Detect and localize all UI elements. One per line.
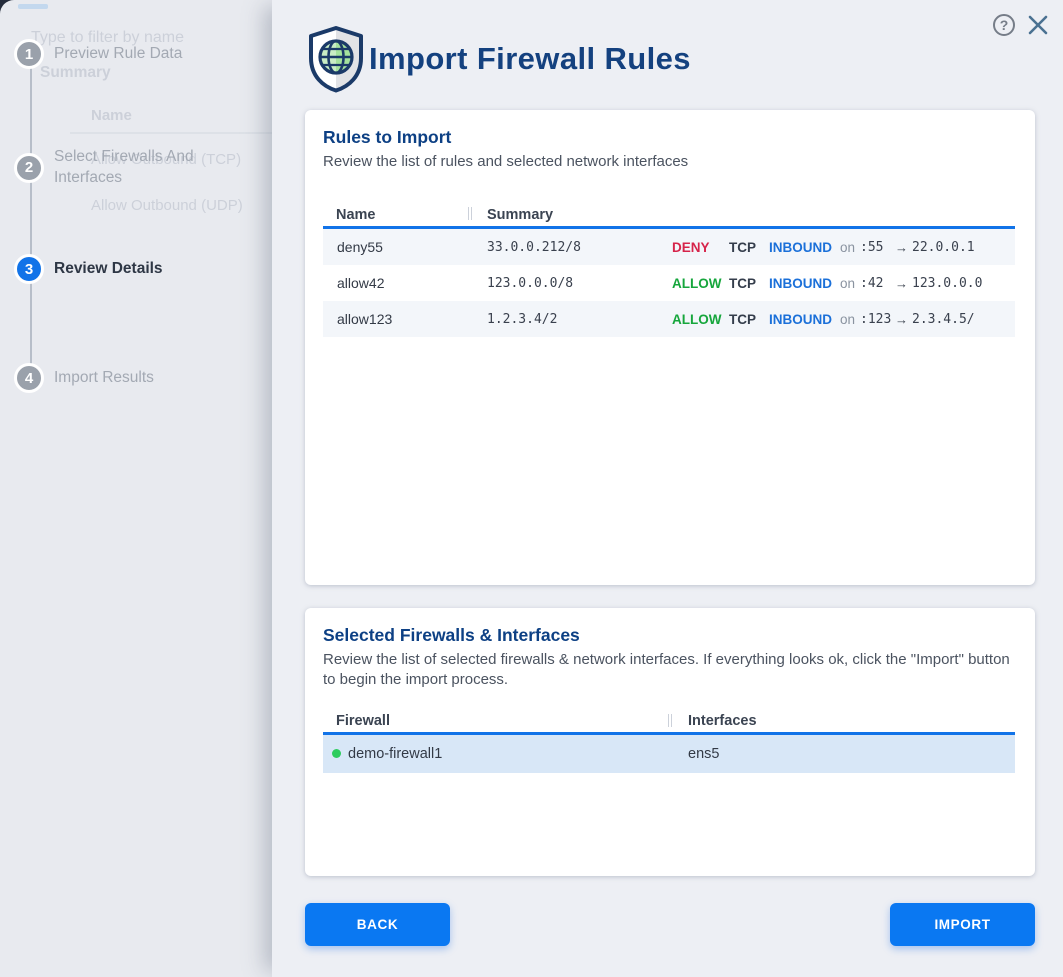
firewalls-card-title: Selected Firewalls & Interfaces — [323, 625, 1015, 646]
rule-row-allow123: allow123 1.2.3.4/2 ALLOW TCP INBOUND on … — [323, 301, 1015, 337]
rule-source: 1.2.3.4/2 — [487, 312, 672, 327]
step-1-label: Preview Rule Data — [54, 44, 226, 65]
firewall-row-demo-firewall1: demo-firewall1 ens5 — [323, 735, 1015, 773]
online-status-dot — [332, 749, 341, 758]
step-3-label: Review Details — [54, 259, 163, 280]
rule-port: :42 — [860, 276, 895, 291]
review-details-panel: Import Firewall Rules ? Rules to Import … — [272, 0, 1063, 977]
rule-protocol: TCP — [729, 276, 769, 291]
rule-source: 33.0.0.212/8 — [487, 240, 672, 255]
wizard-stepper-sidebar: Type to filter by name Summary Name Allo… — [0, 0, 272, 977]
rule-row-allow42: allow42 123.0.0.0/8 ALLOW TCP INBOUND on… — [323, 265, 1015, 301]
column-header-name: Name — [323, 207, 487, 223]
rule-protocol: TCP — [729, 240, 769, 255]
column-header-interfaces: Interfaces — [688, 713, 1015, 729]
column-resize-handle[interactable] — [468, 207, 472, 220]
column-header-firewall: Firewall — [323, 713, 688, 729]
step-2-circle: 2 — [14, 153, 44, 183]
ghost-logo-fragment — [18, 4, 48, 9]
step-1-circle: 1 — [14, 39, 44, 69]
rule-name: allow42 — [323, 275, 487, 291]
column-header-summary: Summary — [487, 207, 1015, 223]
column-resize-handle[interactable] — [668, 714, 672, 727]
rule-protocol: TCP — [729, 312, 769, 327]
import-button[interactable]: IMPORT — [890, 903, 1035, 946]
ghost-divider — [70, 132, 272, 134]
rule-action: DENY — [672, 240, 729, 255]
step-4-circle: 4 — [14, 363, 44, 393]
firewalls-table-header: Firewall Interfaces — [323, 711, 1015, 735]
help-icon[interactable]: ? — [993, 14, 1015, 36]
rule-action: ALLOW — [672, 312, 729, 327]
rule-source: 123.0.0.0/8 — [487, 276, 672, 291]
shield-globe-icon — [305, 25, 367, 98]
step-4-label: Import Results — [54, 368, 226, 389]
rule-direction: INBOUND — [769, 240, 840, 255]
firewall-interfaces: ens5 — [688, 746, 1015, 762]
stepper-connector-line — [30, 57, 32, 381]
rule-port: :55 — [860, 240, 895, 255]
step-3-circle: 3 — [14, 254, 44, 284]
arrow-icon: → — [895, 276, 912, 291]
step-3-review-details[interactable]: 3 Review Details — [14, 254, 163, 284]
rule-row-deny55: deny55 33.0.0.212/8 DENY TCP INBOUND on … — [323, 229, 1015, 265]
back-button[interactable]: BACK — [305, 903, 450, 946]
rule-direction: INBOUND — [769, 312, 840, 327]
rule-destination: 22.0.0.1 — [912, 240, 1015, 255]
rule-name: allow123 — [323, 311, 487, 327]
import-firewall-rules-modal: Type to filter by name Summary Name Allo… — [0, 0, 1063, 977]
step-1-preview-rule-data[interactable]: 1 Preview Rule Data — [14, 39, 226, 69]
rule-destination: 2.3.4.5/ — [912, 312, 1015, 327]
rules-to-import-card: Rules to Import Review the list of rules… — [305, 110, 1035, 585]
firewall-name: demo-firewall1 — [348, 746, 442, 762]
rule-direction: INBOUND — [769, 276, 840, 291]
ghost-name-label: Name — [91, 107, 132, 124]
rule-destination: 123.0.0.0 — [912, 276, 1015, 291]
arrow-icon: → — [895, 312, 912, 327]
rules-card-title: Rules to Import — [323, 127, 1015, 148]
ghost-rule-udp: Allow Outbound (UDP) — [91, 197, 243, 214]
rule-name: deny55 — [323, 239, 487, 255]
rule-port: :123 — [860, 312, 895, 327]
rule-on-label: on — [840, 312, 860, 327]
rules-table-header: Name Summary — [323, 204, 1015, 229]
selected-firewalls-card: Selected Firewalls & Interfaces Review t… — [305, 608, 1035, 876]
firewalls-card-subtitle: Review the list of selected firewalls & … — [323, 650, 1011, 691]
rule-on-label: on — [840, 240, 860, 255]
step-2-select-firewalls[interactable]: 2 Select Firewalls And Interfaces — [14, 147, 226, 189]
rule-on-label: on — [840, 276, 860, 291]
rules-card-subtitle: Review the list of rules and selected ne… — [323, 152, 1011, 172]
step-4-import-results[interactable]: 4 Import Results — [14, 363, 226, 393]
rule-action: ALLOW — [672, 276, 729, 291]
page-title: Import Firewall Rules — [369, 41, 691, 77]
arrow-icon: → — [895, 240, 912, 255]
close-icon[interactable] — [1025, 12, 1051, 38]
step-2-label: Select Firewalls And Interfaces — [54, 147, 226, 189]
